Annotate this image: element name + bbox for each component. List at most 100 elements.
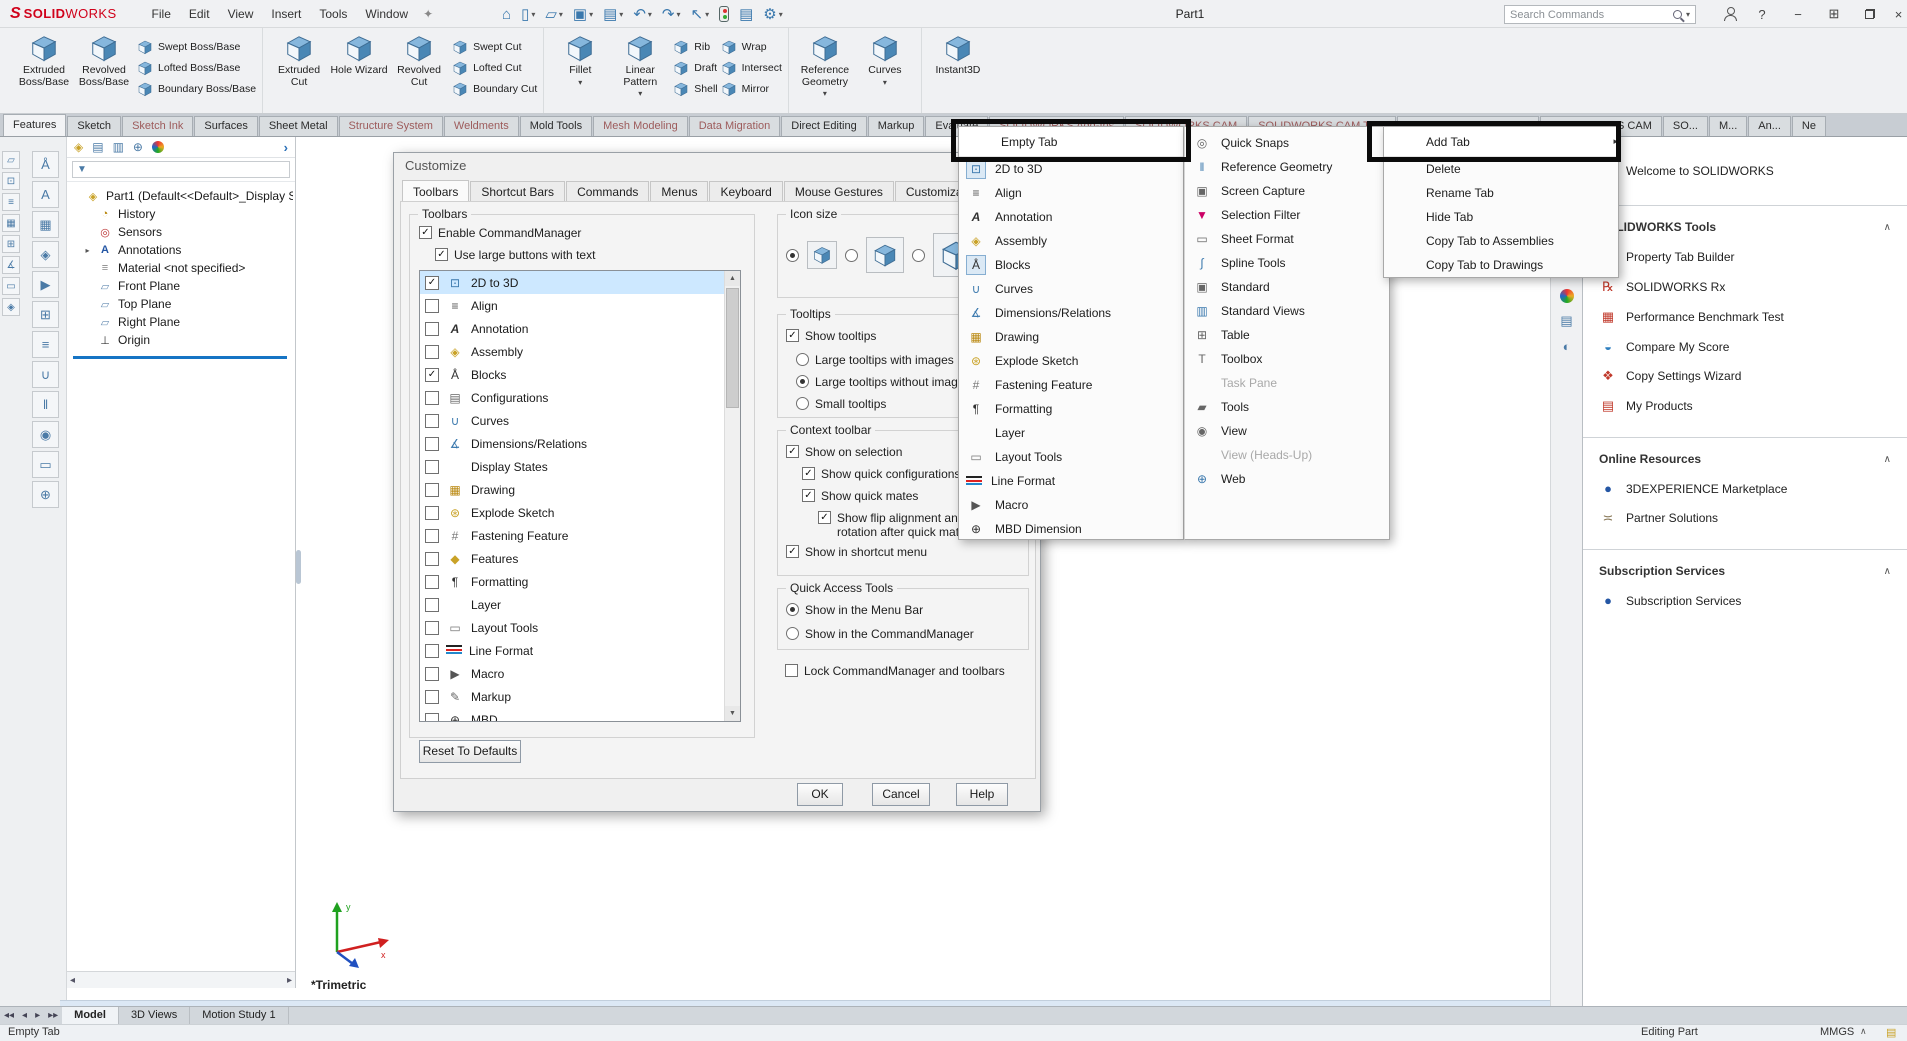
task-pane-item[interactable]: ●3DEXPERIENCE Marketplace	[1583, 474, 1907, 503]
rebuild-button[interactable]	[714, 2, 734, 26]
ribbon-button[interactable]: Lofted Boss/Base	[137, 60, 256, 76]
context-menu-item[interactable]: ◉View	[1185, 419, 1389, 443]
commandmanager-tab[interactable]: Surfaces	[194, 116, 257, 136]
commandmanager-tab[interactable]: Sheet Metal	[259, 116, 338, 136]
checkbox-box[interactable]	[425, 621, 439, 635]
context-menu-item[interactable]: TToolbox	[1185, 347, 1389, 371]
tab-menu-item-add-tab[interactable]: Add Tab▸	[1384, 127, 1618, 157]
welcome-item[interactable]: ⚑ Welcome to SOLIDWORKS	[1583, 137, 1907, 189]
radio-circle[interactable]	[786, 603, 799, 616]
ribbon-button[interactable]: Revolved Boss/Base	[74, 31, 134, 88]
checkbox-box[interactable]	[425, 483, 439, 497]
task-pane-item[interactable]: ▤Property Tab Builder	[1583, 242, 1907, 272]
toolbar-list-row[interactable]: Line Format	[420, 639, 740, 662]
tree-item[interactable]: ◔History	[71, 205, 293, 223]
context-menu-item[interactable]: ▣Screen Capture	[1185, 179, 1389, 203]
dialog-tab-shortcut-bars[interactable]: Shortcut Bars	[470, 181, 565, 201]
tree-root-item[interactable]: ◈Part1 (Default<<Default>_Display Sta	[71, 187, 293, 205]
toolbar-list-row[interactable]: Display States	[420, 455, 740, 478]
context-menu-item[interactable]: ▣Standard	[1185, 275, 1389, 299]
checkbox-box[interactable]	[425, 322, 439, 336]
toolbar-list-row[interactable]: ▤Configurations	[420, 386, 740, 409]
context-menu-item[interactable]: Line Format	[959, 469, 1183, 493]
ribbon-button[interactable]: Boundary Boss/Base	[137, 81, 256, 97]
context-menu-item[interactable]: ▥Standard Views	[1185, 299, 1389, 323]
context-menu-item[interactable]: ∫Spline Tools	[1185, 251, 1389, 275]
scroll-right-icon[interactable]: ▸	[287, 975, 292, 986]
propertymanager-tab-icon[interactable]: ▤	[92, 140, 103, 154]
tab-menu-item-hide-tab[interactable]: Hide Tab	[1384, 205, 1618, 229]
task-pane-item[interactable]: ●Subscription Services	[1583, 586, 1907, 615]
checkbox-box[interactable]	[425, 391, 439, 405]
context-option-checkbox[interactable]: ✓Show in shortcut menu	[786, 545, 1022, 559]
ribbon-button[interactable]: Hole Wizard	[329, 31, 389, 77]
radio-circle[interactable]	[796, 353, 809, 366]
toolbar-list-row[interactable]: ∪Curves	[420, 409, 740, 432]
context-menu-item[interactable]: ▰Tools	[1185, 395, 1389, 419]
window-layout-button[interactable]: ⊞	[1818, 0, 1850, 28]
ribbon-button[interactable]: Linear Pattern▾	[610, 31, 670, 98]
toolbar-list-row[interactable]: ✎Markup	[420, 685, 740, 708]
context-menu-header-empty-tab[interactable]: Empty Tab	[959, 127, 1183, 157]
select-button[interactable]: ↖▾	[686, 2, 715, 26]
scroll-up-icon[interactable]: ▲	[725, 271, 740, 286]
expander-icon[interactable]: ▸	[83, 246, 92, 255]
section-header[interactable]: SOLIDWORKS Tools∧	[1583, 206, 1907, 242]
quick-access-radio[interactable]: Show in the CommandManager	[786, 627, 974, 641]
rollback-bar[interactable]	[73, 356, 287, 359]
checkbox-box[interactable]	[425, 598, 439, 612]
pin-icon[interactable]: ✦	[423, 7, 433, 21]
menubar-item-window[interactable]: Window	[356, 0, 417, 28]
use-large-buttons-checkbox[interactable]: ✓ Use large buttons with text	[435, 248, 595, 262]
new-document-button[interactable]: ▯▾	[516, 2, 540, 26]
checkbox-box[interactable]	[425, 552, 439, 566]
icon-size-radio-small[interactable]	[786, 249, 799, 262]
checkbox-box[interactable]	[425, 414, 439, 428]
toolbar-button-macro[interactable]: ▶	[32, 271, 59, 298]
context-menu-item[interactable]: ⊕Web	[1185, 467, 1389, 491]
ribbon-button[interactable]: Fillet▾	[550, 31, 610, 87]
toolbar-list-row[interactable]: ∡Dimensions/Relations	[420, 432, 740, 455]
dialog-tab-commands[interactable]: Commands	[566, 181, 649, 201]
icon-size-radio-medium[interactable]	[845, 249, 858, 262]
reset-defaults-button[interactable]: Reset To Defaults	[419, 740, 521, 763]
list-scrollbar[interactable]: ▲ ▼	[724, 271, 740, 721]
commandmanager-tab[interactable]: Mesh Modeling	[593, 116, 688, 136]
context-menu-item[interactable]: ▶Macro	[959, 493, 1183, 517]
tree-item[interactable]: ▸AAnnotations	[71, 241, 293, 259]
toolbar-button-drawing[interactable]: ▦	[2, 214, 20, 232]
toolbar-list-row[interactable]: AAnnotation	[420, 317, 740, 340]
task-pane-item[interactable]: ≍Partner Solutions	[1583, 503, 1907, 533]
quick-access-radio[interactable]: Show in the Menu Bar	[786, 603, 923, 617]
commandmanager-tab[interactable]: M...	[1709, 116, 1747, 136]
checkbox-box[interactable]: ✓	[786, 329, 799, 342]
menubar-item-file[interactable]: File	[143, 0, 180, 28]
commandmanager-tab[interactable]: Weldments	[444, 116, 519, 136]
context-menu-item[interactable]: AAnnotation	[959, 205, 1183, 229]
context-menu-item[interactable]: #Fastening Feature	[959, 373, 1183, 397]
tooltip-option-radio[interactable]: Large tooltips without images	[796, 375, 970, 389]
toolbar-button-curves[interactable]: ∪	[32, 361, 59, 388]
open-document-button[interactable]: ▱▾	[540, 2, 568, 26]
ribbon-button[interactable]: Wrap	[721, 39, 782, 55]
commandmanager-tab[interactable]: Structure System	[339, 116, 443, 136]
ribbon-button[interactable]: Intersect	[721, 60, 782, 76]
model-tab-model[interactable]: Model	[62, 1007, 119, 1024]
commandmanager-tab[interactable]: Mold Tools	[520, 116, 592, 136]
tab-scroll-right-icon[interactable]: ▸▸	[44, 1010, 62, 1021]
ribbon-button[interactable]: Boundary Cut	[452, 81, 537, 97]
displaymanager-tab-icon[interactable]	[152, 141, 164, 153]
toolbar-list-row[interactable]: ◆Features	[420, 547, 740, 570]
task-pane-item[interactable]: ▤My Products	[1583, 391, 1907, 421]
print-button[interactable]: ▤▾	[598, 2, 628, 26]
restore-button[interactable]	[1854, 0, 1886, 28]
toolbar-list-row[interactable]: ⊕MBD	[420, 708, 740, 722]
section-header[interactable]: Online Resources∧	[1583, 438, 1907, 474]
radio-circle[interactable]	[796, 375, 809, 388]
tree-item[interactable]: ▱Right Plane	[71, 313, 293, 331]
tooltip-option-radio[interactable]: Large tooltips with images	[796, 353, 954, 367]
tab-menu-item-rename-tab[interactable]: Rename Tab	[1384, 181, 1618, 205]
context-menu-item[interactable]: ⊡2D to 3D	[959, 157, 1183, 181]
ribbon-button[interactable]: Swept Boss/Base	[137, 39, 256, 55]
context-menu-item[interactable]: ◈Assembly	[959, 229, 1183, 253]
